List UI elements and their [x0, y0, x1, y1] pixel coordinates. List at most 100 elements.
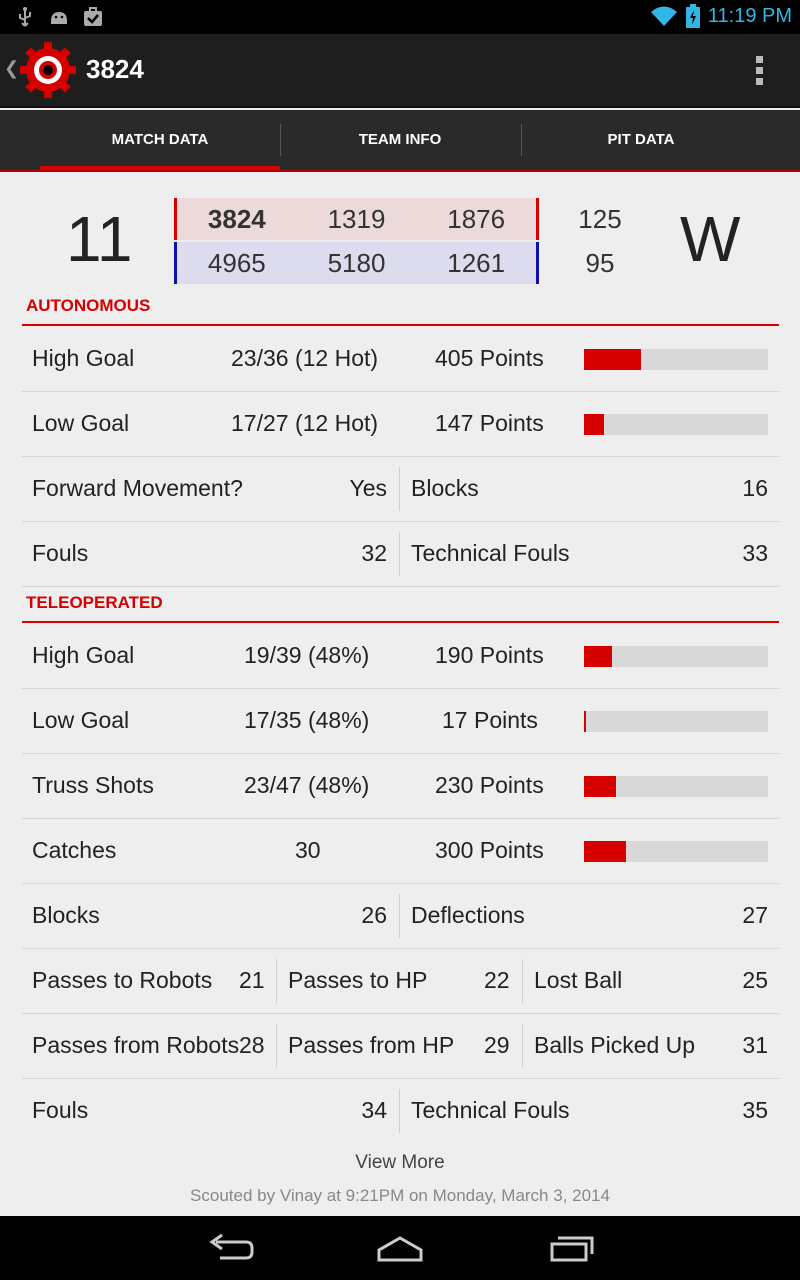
- stat-value: 31: [742, 1032, 768, 1058]
- stat-label: Lost Ball: [534, 967, 623, 993]
- stat-points: 147 Points: [435, 410, 544, 436]
- stat-label: High Goal: [32, 642, 135, 668]
- recents-nav-icon[interactable]: [546, 1232, 596, 1264]
- blue-alliance-row: 4965 5180 1261: [174, 242, 539, 284]
- blue-team-3[interactable]: 1261: [416, 242, 536, 284]
- stat-value: 33: [742, 540, 768, 566]
- stat-label: Low Goal: [32, 707, 130, 733]
- stat-label: Passes to Robots: [32, 967, 213, 993]
- auto-low-goal-row: Low Goal 17/27 (12 Hot) 147 Points: [22, 392, 779, 457]
- red-team-2[interactable]: 1319: [297, 198, 417, 240]
- points-bar: [584, 711, 768, 732]
- points-bar-fill: [584, 841, 627, 862]
- status-time: 11:19 PM: [707, 4, 792, 27]
- red-team-3[interactable]: 1876: [416, 198, 536, 240]
- cell-divider: [399, 894, 400, 938]
- stat-label: Passes from Robots: [32, 1032, 240, 1058]
- battery-charging-icon: [685, 4, 700, 28]
- tab-pit-data[interactable]: PIT DATA: [521, 110, 761, 172]
- stat-label: Technical Fouls: [411, 540, 570, 566]
- overflow-menu-icon[interactable]: [756, 56, 764, 86]
- stat-value: 26: [361, 902, 387, 928]
- stat-points: 300 Points: [435, 837, 544, 863]
- stat-points: 190 Points: [435, 642, 544, 668]
- stat-label: Blocks: [32, 902, 100, 928]
- points-bar-fill: [584, 776, 617, 797]
- section-title: TELEOPERATED: [26, 593, 163, 612]
- blue-team-1[interactable]: 4965: [177, 242, 297, 284]
- points-bar: [584, 776, 768, 797]
- stat-value: 25: [742, 967, 768, 993]
- auto-fouls-row: Fouls 32 Technical Fouls 33: [22, 522, 779, 587]
- points-bar-fill: [584, 646, 612, 667]
- stat-value: 29: [484, 1032, 510, 1058]
- cell-divider: [522, 1024, 523, 1068]
- tele-passes-from-row: Passes from Robots 28 Passes from HP 29 …: [22, 1014, 779, 1079]
- action-bar: ❮ 3824: [0, 34, 800, 108]
- red-team-1[interactable]: 3824: [177, 198, 297, 240]
- red-alliance-row: 3824 1319 1876: [174, 198, 539, 240]
- tele-truss-shots-row: Truss Shots 23/47 (48%) 230 Points: [22, 754, 779, 819]
- points-bar-fill: [584, 711, 587, 732]
- team-logo-icon[interactable]: [18, 40, 78, 100]
- section-title: AUTONOMOUS: [26, 296, 151, 315]
- points-bar: [584, 414, 768, 435]
- android-icon: [51, 12, 67, 24]
- stat-value: 30: [295, 837, 321, 863]
- tele-low-goal-row: Low Goal 17/35 (48%) 17 Points: [22, 689, 779, 754]
- cell-divider: [399, 467, 400, 511]
- match-result: W: [680, 203, 741, 275]
- tele-fouls-row: Fouls 34 Technical Fouls 35: [22, 1079, 779, 1144]
- stat-value: 32: [361, 540, 387, 566]
- stat-value: 22: [484, 967, 510, 993]
- auto-high-goal-row: High Goal 23/36 (12 Hot) 405 Points: [22, 327, 779, 392]
- cell-divider: [399, 1089, 400, 1133]
- points-bar: [584, 841, 768, 862]
- usb-icon: [19, 7, 31, 27]
- stat-value: 35: [742, 1097, 768, 1123]
- blue-score: 95: [585, 248, 615, 278]
- page-title: 3824: [86, 54, 144, 84]
- tab-match-data[interactable]: MATCH DATA: [40, 110, 280, 172]
- home-nav-icon[interactable]: [375, 1232, 425, 1264]
- auto-movement-blocks-row: Forward Movement? Yes Blocks 16: [22, 457, 779, 522]
- cell-divider: [276, 959, 277, 1003]
- blue-team-2[interactable]: 5180: [297, 242, 417, 284]
- stat-points: 230 Points: [435, 772, 544, 798]
- stat-label: Blocks: [411, 475, 479, 501]
- view-more-link[interactable]: View More: [0, 1152, 800, 1174]
- stat-label: Catches: [32, 837, 117, 863]
- stat-value: 19/39 (48%): [244, 642, 370, 668]
- cell-divider: [276, 1024, 277, 1068]
- stat-label: Fouls: [32, 540, 89, 566]
- tele-passes-row: Passes to Robots 21 Passes to HP 22 Lost…: [22, 949, 779, 1014]
- stat-value: 34: [361, 1097, 387, 1123]
- tele-high-goal-row: High Goal 19/39 (48%) 190 Points: [22, 624, 779, 689]
- stat-label: Technical Fouls: [411, 1097, 570, 1123]
- tele-blocks-row: Blocks 26 Deflections 27: [22, 884, 779, 949]
- scouted-by-text: Scouted by Vinay at 9:21PM on Monday, Ma…: [190, 1186, 610, 1205]
- tele-catches-row: Catches 30 300 Points: [22, 819, 779, 884]
- stat-value: 28: [239, 1032, 265, 1058]
- match-data-panel: 11 3824 1319 1876 4965 5180 1261 125 95 …: [0, 172, 800, 1216]
- stat-label: Truss Shots: [32, 772, 154, 798]
- stat-value: Yes: [349, 475, 387, 501]
- points-bar: [584, 646, 768, 667]
- stat-label: Passes from HP: [288, 1032, 455, 1058]
- stat-value: 23/47 (48%): [244, 772, 370, 798]
- wifi-icon: [650, 6, 677, 26]
- tab-team-info[interactable]: TEAM INFO: [280, 110, 520, 172]
- stat-points: 17 Points: [442, 707, 538, 733]
- briefcase-check-icon: [84, 7, 102, 26]
- stat-value: 27: [742, 902, 768, 928]
- autonomous-header: AUTONOMOUS: [22, 294, 779, 326]
- red-score: 125: [578, 204, 622, 234]
- stat-label: High Goal: [32, 345, 135, 371]
- points-bar-fill: [584, 414, 605, 435]
- back-chevron-icon[interactable]: ❮: [4, 58, 19, 79]
- match-number: 11: [66, 203, 133, 275]
- stat-points: 405 Points: [435, 345, 544, 371]
- cell-divider: [399, 532, 400, 576]
- stat-label: Forward Movement?: [32, 475, 243, 501]
- back-nav-icon[interactable]: [206, 1232, 256, 1264]
